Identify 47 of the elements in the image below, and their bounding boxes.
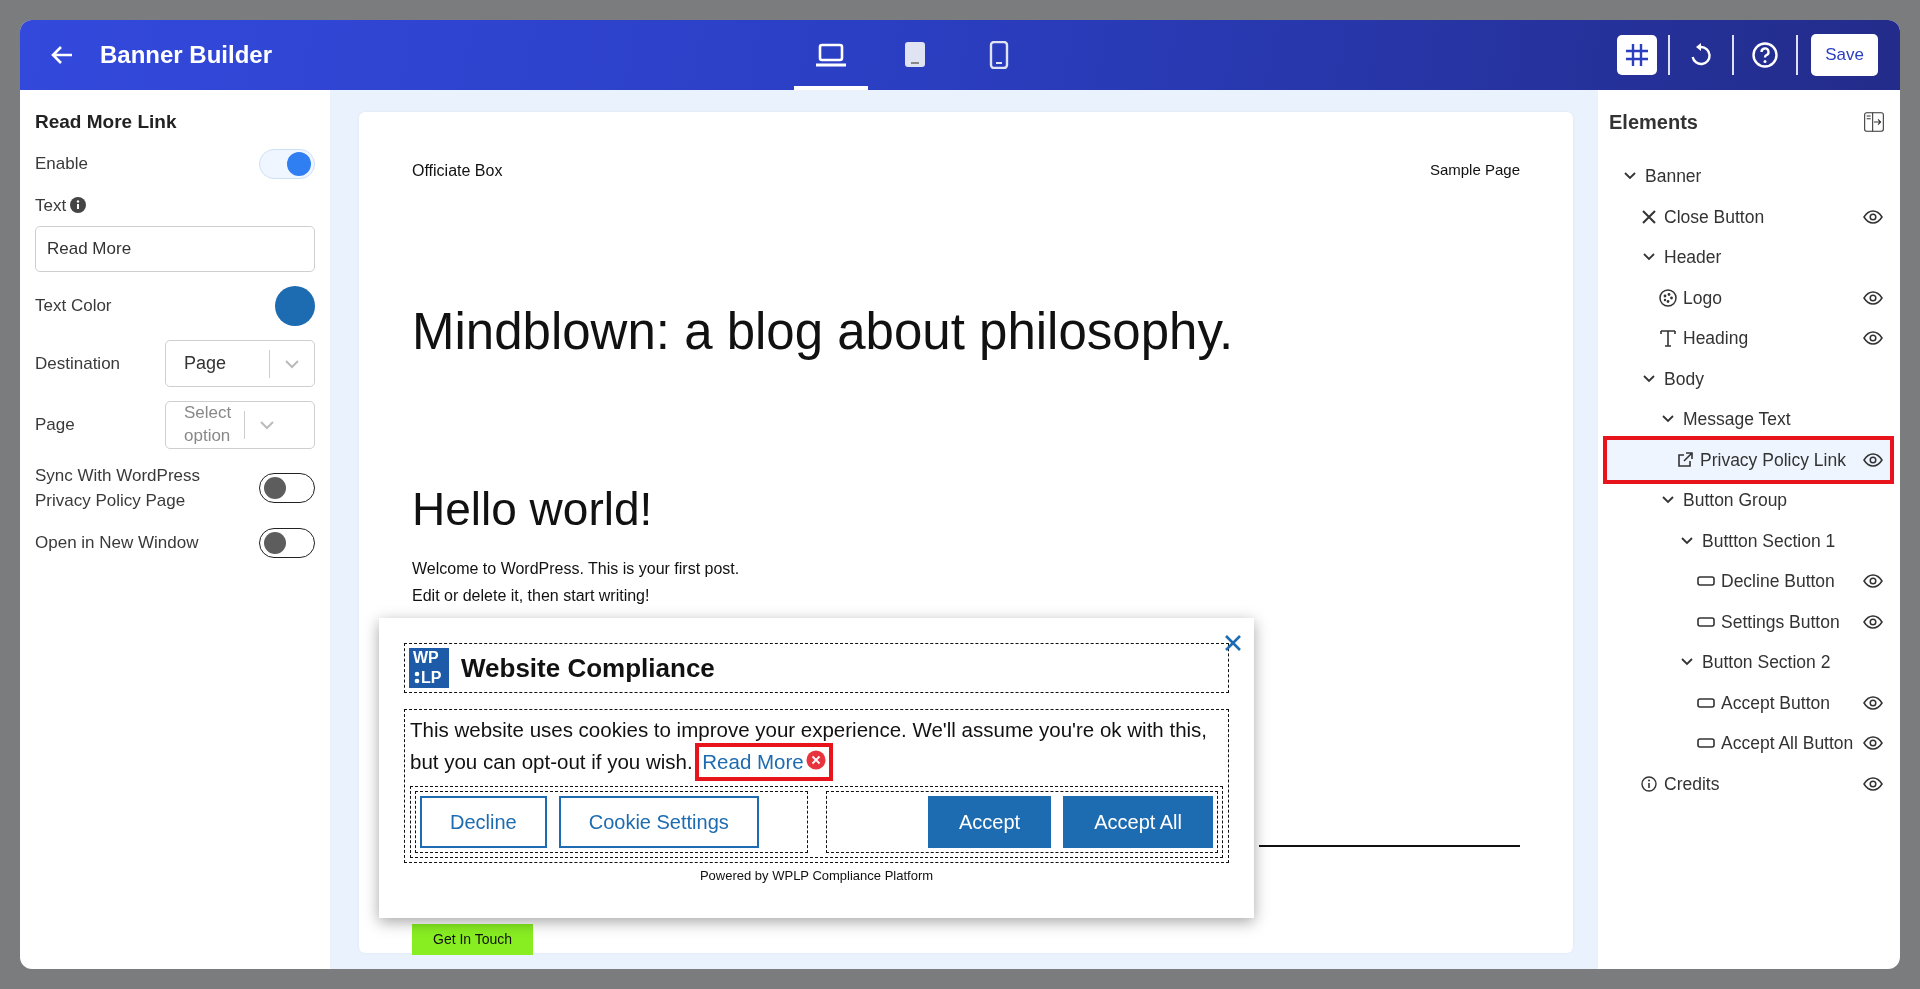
powered-by-link[interactable]: WPLP Compliance Platform [772, 867, 934, 883]
field-label: Page [35, 414, 75, 437]
banner-button[interactable]: Accept All [1063, 795, 1213, 848]
tree-item[interactable]: Logo [1609, 277, 1890, 318]
field-label: Sync With WordPress Privacy Policy Page [35, 464, 201, 513]
field-label: Destination [35, 352, 121, 375]
select-field[interactable]: Select option [165, 401, 315, 449]
field-label: Enable [35, 152, 88, 175]
tree-item[interactable]: Message Text [1609, 399, 1890, 440]
post-text: Welcome to WordPress. This is your first post. [412, 559, 741, 579]
panel-title: Read More Link [35, 110, 178, 134]
banner-button[interactable]: Accept [928, 795, 1052, 848]
tree-item[interactable]: Accept Button [1609, 682, 1890, 723]
field-label: Open in New Window [35, 532, 199, 555]
logo-text: LP [421, 668, 442, 688]
field-label: Text [35, 194, 67, 217]
panel-title: Elements [1609, 110, 1698, 135]
banner-button[interactable]: Decline [420, 795, 547, 848]
nav-link[interactable]: Sample Page [1429, 159, 1520, 183]
tree-item[interactable]: Heading [1609, 318, 1890, 359]
page-title: Mindblown: a blog about philosophy. [412, 302, 1235, 362]
tree-item[interactable]: Accept All Button [1609, 723, 1890, 764]
banner-message: This website uses cookies to improve your experience. We'll assume you're ok with this, but you can opt-out if you wish. Read More [410, 714, 1223, 778]
post-text: Edit or delete it, then start writing! [412, 585, 651, 605]
select-field[interactable]: Page [165, 340, 315, 387]
tree-item[interactable]: Button Section 2 [1609, 642, 1890, 683]
get-in-touch-button[interactable]: Get In Touch [412, 924, 534, 955]
text-field[interactable]: Read More [35, 226, 315, 272]
save-button[interactable]: Save [1811, 34, 1878, 76]
tree-item[interactable]: Header [1609, 237, 1890, 278]
tree-item[interactable]: Credits [1609, 763, 1890, 804]
tree-item[interactable]: Settings Button [1609, 601, 1890, 642]
read-more-link[interactable]: Read More [702, 749, 826, 775]
app-title: Banner Builder [100, 40, 273, 70]
tree-item[interactable]: Buttton Section 1 [1609, 520, 1890, 561]
tree-item[interactable]: Body [1609, 358, 1890, 399]
tree-item[interactable]: Banner [1609, 156, 1890, 197]
powered-by-text: Powered by [699, 867, 770, 883]
tree-item[interactable]: Button Group [1609, 480, 1890, 521]
tree-item[interactable]: Close Button [1609, 196, 1890, 237]
field-label: Text Color [35, 295, 112, 318]
banner-title: Website Compliance [461, 651, 715, 685]
logo-text: WP [413, 648, 439, 668]
tree-item[interactable]: Decline Button [1609, 561, 1890, 602]
banner-button[interactable]: Cookie Settings [558, 795, 759, 848]
site-title: Officiate Box [412, 161, 503, 181]
post-title: Hello world! [412, 482, 654, 538]
